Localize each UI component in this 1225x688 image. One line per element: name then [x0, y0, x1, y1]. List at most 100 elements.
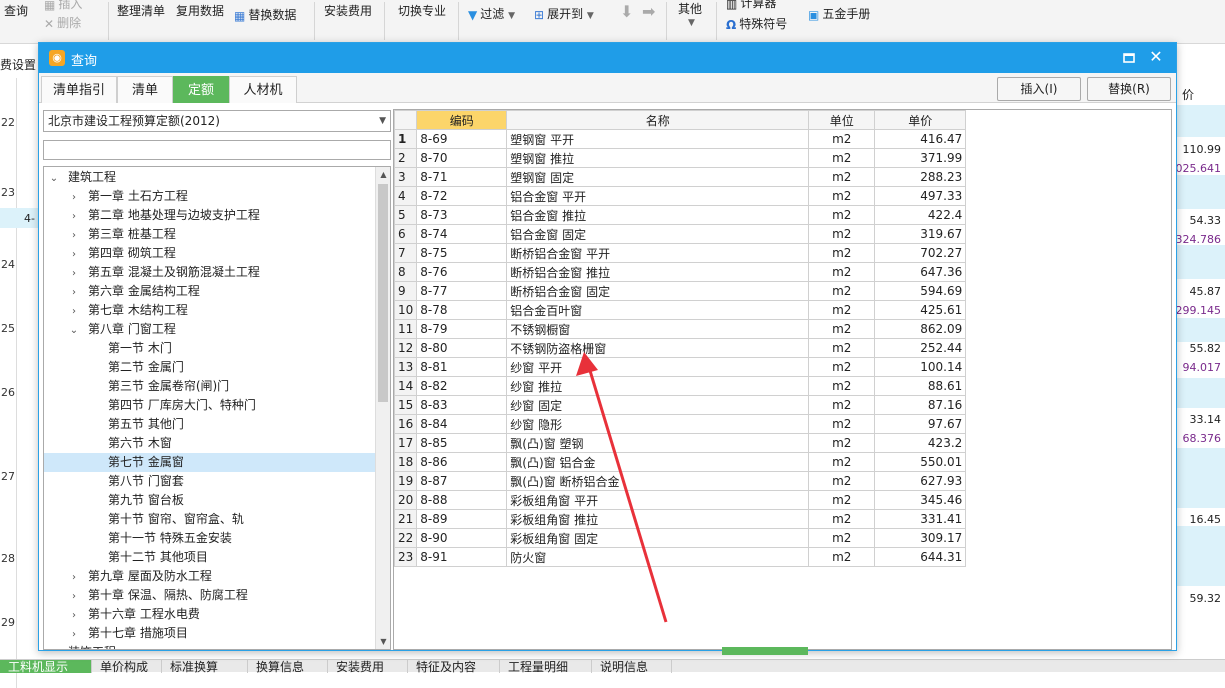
- tree-node[interactable]: › 第十七章 措施项目: [44, 624, 376, 643]
- tree-node[interactable]: ⌄ 建筑工程: [44, 168, 376, 187]
- tab-quantity-detail[interactable]: 工程量明细: [500, 660, 592, 673]
- table-row[interactable]: 14 8-82 纱窗 推拉 m2 88.61: [394, 376, 967, 396]
- table-row[interactable]: 12 8-80 不锈钢防盗格栅窗 m2 252.44: [394, 338, 967, 358]
- chevron-right-icon[interactable]: ›: [68, 625, 80, 644]
- tab-description[interactable]: 说明信息: [592, 660, 672, 673]
- table-row[interactable]: 9 8-77 断桥铝合金窗 固定 m2 594.69: [394, 281, 967, 301]
- tab-list-guide[interactable]: 清单指引: [41, 76, 117, 103]
- sort-list-button[interactable]: 整理清单: [117, 2, 165, 19]
- tab-features[interactable]: 特征及内容: [408, 660, 500, 673]
- chevron-right-icon[interactable]: ›: [68, 188, 80, 207]
- table-row[interactable]: 4 8-72 铝合金窗 平开 m2 497.33: [394, 186, 967, 206]
- tree-node[interactable]: › 第二章 地基处理与边坡支护工程: [44, 206, 376, 225]
- chevron-down-icon[interactable]: ⌄: [48, 169, 60, 188]
- tree-node[interactable]: ⌄ 装饰工程: [44, 643, 376, 649]
- tree-node[interactable]: 第七节 金属窗: [44, 453, 376, 472]
- table-row[interactable]: 11 8-79 不锈钢橱窗 m2 862.09: [394, 319, 967, 339]
- chevron-right-icon[interactable]: ›: [68, 207, 80, 226]
- tree-node[interactable]: 第一节 木门: [44, 339, 376, 358]
- chevron-right-icon[interactable]: ›: [68, 283, 80, 302]
- tree-node[interactable]: 第二节 金属门: [44, 358, 376, 377]
- splitter-handle[interactable]: [722, 647, 808, 655]
- table-row[interactable]: 19 8-87 飘(凸)窗 断桥铝合金 m2 627.93: [394, 471, 967, 491]
- table-row[interactable]: 7 8-75 断桥铝合金窗 平开 m2 702.27: [394, 243, 967, 263]
- scroll-up-icon[interactable]: ▲: [376, 167, 390, 182]
- chevron-down-icon[interactable]: ⌄: [68, 321, 80, 340]
- dialog-title-bar[interactable]: ◉ 查询 ✕: [39, 43, 1176, 73]
- tab-list[interactable]: 清单: [117, 76, 173, 103]
- chevron-right-icon[interactable]: ›: [68, 226, 80, 245]
- table-row[interactable]: 10 8-78 铝合金百叶窗 m2 425.61: [394, 300, 967, 320]
- chevron-right-icon[interactable]: ›: [68, 245, 80, 264]
- tree-scrollbar[interactable]: ▲ ▼: [375, 167, 390, 649]
- reuse-data-button[interactable]: 复用数据: [176, 2, 224, 19]
- table-row[interactable]: 6 8-74 铝合金窗 固定 m2 319.67: [394, 224, 967, 244]
- move-down-icon[interactable]: ⬇: [620, 2, 633, 21]
- tab-conversion-info[interactable]: 换算信息: [248, 660, 328, 673]
- table-row[interactable]: 17 8-85 飘(凸)窗 塑钢 m2 423.2: [394, 433, 967, 453]
- col-header-price[interactable]: 单价: [874, 110, 967, 130]
- tab-materials[interactable]: 人材机: [229, 76, 297, 103]
- tree-node[interactable]: › 第三章 桩基工程: [44, 225, 376, 244]
- expand-to-button[interactable]: ⊞ 展开到 ▼: [534, 5, 594, 22]
- hardware-manual-button[interactable]: ▣ 五金手册: [808, 5, 870, 22]
- tree-node[interactable]: › 第九章 屋面及防水工程: [44, 567, 376, 586]
- tree-node[interactable]: ⌄ 第八章 门窗工程: [44, 320, 376, 339]
- quota-library-select[interactable]: 北京市建设工程预算定额(2012) ▼: [43, 110, 391, 132]
- replace-button[interactable]: 替换(R): [1087, 77, 1171, 101]
- query-button[interactable]: 查询: [4, 2, 28, 19]
- tab-install-fee[interactable]: 安装费用: [328, 660, 408, 673]
- insert-button[interactable]: ▦ 插入: [44, 0, 82, 12]
- table-row[interactable]: 3 8-71 塑钢窗 固定 m2 288.23: [394, 167, 967, 187]
- table-row[interactable]: 16 8-84 纱窗 隐形 m2 97.67: [394, 414, 967, 434]
- table-row[interactable]: 21 8-89 彩板组角窗 推拉 m2 331.41: [394, 509, 967, 529]
- maximize-icon[interactable]: [1122, 51, 1136, 65]
- tree-node[interactable]: 第四节 厂库房大门、特种门: [44, 396, 376, 415]
- table-row[interactable]: 23 8-91 防火窗 m2 644.31: [394, 547, 967, 567]
- table-row[interactable]: 22 8-90 彩板组角窗 固定 m2 309.17: [394, 528, 967, 548]
- tree-node[interactable]: › 第五章 混凝土及钢筋混凝土工程: [44, 263, 376, 282]
- tab-standard-conversion[interactable]: 标准换算: [162, 660, 248, 673]
- tree-search-input[interactable]: [43, 140, 391, 160]
- table-row[interactable]: 1 8-69 塑钢窗 平开 m2 416.47: [394, 129, 967, 149]
- table-row[interactable]: 15 8-83 纱窗 固定 m2 87.16: [394, 395, 967, 415]
- scroll-thumb[interactable]: [378, 184, 388, 402]
- tree-node[interactable]: 第八节 门窗套: [44, 472, 376, 491]
- chevron-right-icon[interactable]: ›: [68, 587, 80, 606]
- chevron-down-icon[interactable]: ▼: [688, 18, 695, 28]
- calculator-button[interactable]: ▥ 计算器: [726, 0, 776, 11]
- tree-node[interactable]: 第十节 窗帘、窗帘盒、轨: [44, 510, 376, 529]
- chevron-right-icon[interactable]: ›: [68, 264, 80, 283]
- chevron-right-icon[interactable]: ›: [68, 302, 80, 321]
- chevron-right-icon[interactable]: ›: [68, 606, 80, 625]
- tree-node[interactable]: › 第十六章 工程水电费: [44, 605, 376, 624]
- tree-node[interactable]: 第九节 窗台板: [44, 491, 376, 510]
- table-row[interactable]: 13 8-81 纱窗 平开 m2 100.14: [394, 357, 967, 377]
- col-header-name[interactable]: 名称: [506, 110, 810, 130]
- fee-settings-tab[interactable]: 费设置: [0, 56, 36, 73]
- special-symbol-button[interactable]: Ω 特殊符号: [726, 15, 787, 32]
- switch-major-button[interactable]: 切换专业: [398, 2, 446, 19]
- chevron-down-icon[interactable]: ⌄: [48, 644, 60, 649]
- tab-quota[interactable]: 定额: [173, 76, 229, 103]
- tree-node[interactable]: › 第一章 土石方工程: [44, 187, 376, 206]
- tree-node[interactable]: 第十一节 特殊五金安装: [44, 529, 376, 548]
- tree-node[interactable]: › 第六章 金属结构工程: [44, 282, 376, 301]
- tree-node[interactable]: 第六节 木窗: [44, 434, 376, 453]
- install-fee-button[interactable]: 安装费用: [324, 2, 372, 19]
- tab-unit-price[interactable]: 单价构成: [92, 660, 162, 673]
- scroll-down-icon[interactable]: ▼: [376, 634, 390, 649]
- insert-button[interactable]: 插入(I): [997, 77, 1081, 101]
- other-button[interactable]: 其他: [678, 0, 702, 17]
- table-row[interactable]: 20 8-88 彩板组角窗 平开 m2 345.46: [394, 490, 967, 510]
- close-icon[interactable]: ✕: [1148, 49, 1164, 65]
- tree-node[interactable]: 第三节 金属卷帘(闸)门: [44, 377, 376, 396]
- tree-node[interactable]: › 第十章 保温、隔热、防腐工程: [44, 586, 376, 605]
- tree-node[interactable]: 第五节 其他门: [44, 415, 376, 434]
- table-row[interactable]: 18 8-86 飘(凸)窗 铝合金 m2 550.01: [394, 452, 967, 472]
- delete-button[interactable]: ✕ 删除: [44, 14, 81, 31]
- replace-data-button[interactable]: ▦ 替换数据: [234, 6, 296, 23]
- tree-node[interactable]: › 第七章 木结构工程: [44, 301, 376, 320]
- table-row[interactable]: 2 8-70 塑钢窗 推拉 m2 371.99: [394, 148, 967, 168]
- table-row[interactable]: 8 8-76 断桥铝合金窗 推拉 m2 647.36: [394, 262, 967, 282]
